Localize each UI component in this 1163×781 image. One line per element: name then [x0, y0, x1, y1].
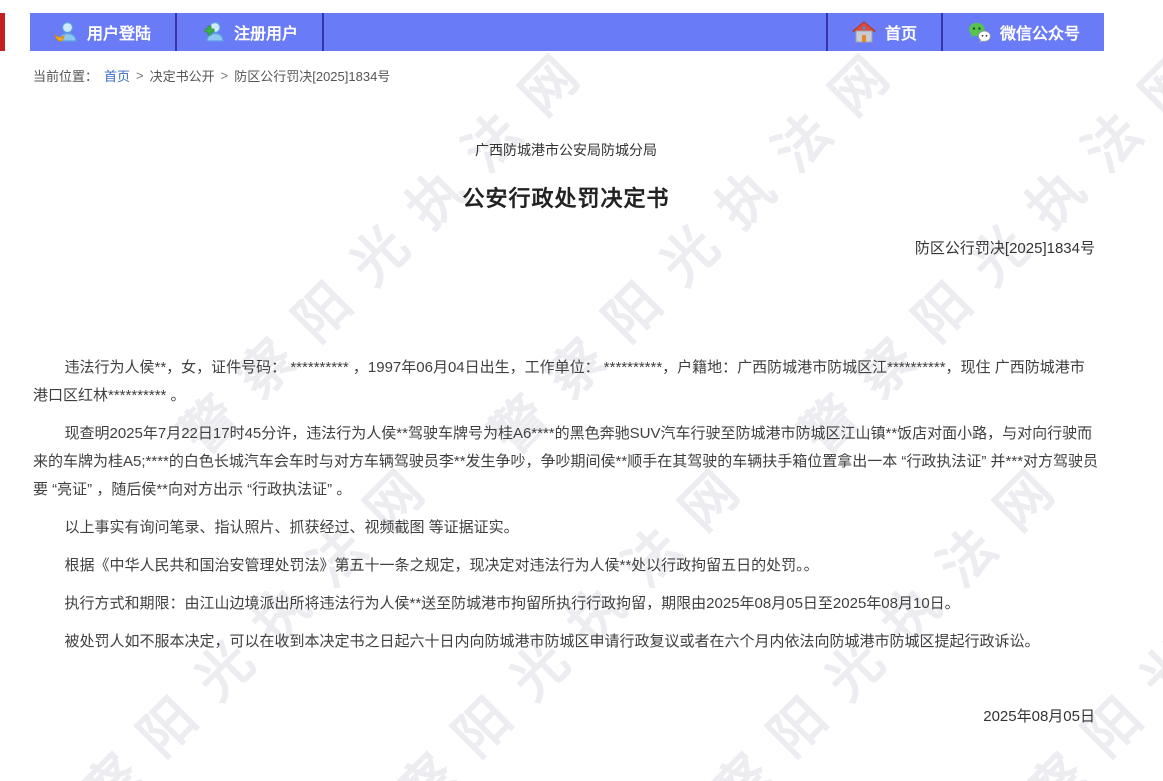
nav-home[interactable]: 首页 — [828, 13, 941, 51]
penalty-decision-document: 广西防城港市公安局防城分局 公安行政处罚决定书 防区公行罚决[2025]1834… — [0, 140, 1163, 726]
nav-user-login[interactable]: 用户登陆 — [30, 13, 175, 51]
wechat-icon — [967, 20, 991, 44]
document-body: 违法行为人侯**，女，证件号码： ********** ，1997年06月04日… — [33, 354, 1099, 656]
left-red-banner — [0, 13, 5, 51]
paragraph-evidence: 以上事实有询问笔录、指认照片、抓获经过、视频截图 等证据证实。 — [33, 514, 1099, 542]
nav-home-label: 首页 — [885, 20, 917, 44]
nav-register-user[interactable]: 注册用户 — [177, 13, 322, 51]
paragraph-facts: 现查明2025年7月22日17时45分许，违法行为人侯**驾驶车牌号为桂A6**… — [33, 420, 1099, 504]
user-login-icon — [54, 20, 78, 44]
breadcrumb-prefix: 当前位置： — [33, 66, 98, 85]
register-user-icon — [201, 20, 225, 44]
breadcrumb: 当前位置： 首页 > 决定书公开 > 防区公行罚决[2025]1834号 — [33, 66, 1163, 85]
top-nav-bar: 用户登陆 注册用户 — [30, 13, 1104, 51]
top-strip: 用户登陆 注册用户 — [0, 13, 1163, 51]
paragraph-offender-info: 违法行为人侯**，女，证件号码： ********** ，1997年06月04日… — [33, 354, 1099, 410]
breadcrumb-level2: 决定书公开 — [150, 66, 215, 85]
document-number: 防区公行罚决[2025]1834号 — [33, 237, 1099, 258]
paragraph-execution: 执行方式和期限：由江山边境派出所将违法行为人侯**送至防城港市拘留所执行行政拘留… — [33, 590, 1099, 618]
nav-user-login-label: 用户登陆 — [87, 20, 151, 44]
breadcrumb-separator: > — [136, 68, 144, 83]
breadcrumb-home-link[interactable]: 首页 — [104, 66, 130, 85]
breadcrumb-current: 防区公行罚决[2025]1834号 — [234, 66, 390, 85]
paragraph-legal-basis: 根据《中华人民共和国治安管理处罚法》第五十一条之规定，现决定对违法行为人侯**处… — [33, 552, 1099, 580]
document-date: 2025年08月05日 — [33, 705, 1099, 726]
nav-wechat[interactable]: 微信公众号 — [943, 13, 1104, 51]
document-title: 公安行政处罚决定书 — [33, 181, 1099, 213]
nav-spacer — [324, 13, 826, 51]
issuing-agency: 广西防城港市公安局防城分局 — [33, 140, 1099, 160]
nav-register-user-label: 注册用户 — [234, 20, 298, 44]
breadcrumb-separator: > — [221, 68, 229, 83]
home-icon — [852, 20, 876, 44]
nav-wechat-label: 微信公众号 — [1000, 20, 1080, 44]
paragraph-appeal-rights: 被处罚人如不服本决定，可以在收到本决定书之日起六十日内向防城港市防城区申请行政复… — [33, 628, 1099, 656]
